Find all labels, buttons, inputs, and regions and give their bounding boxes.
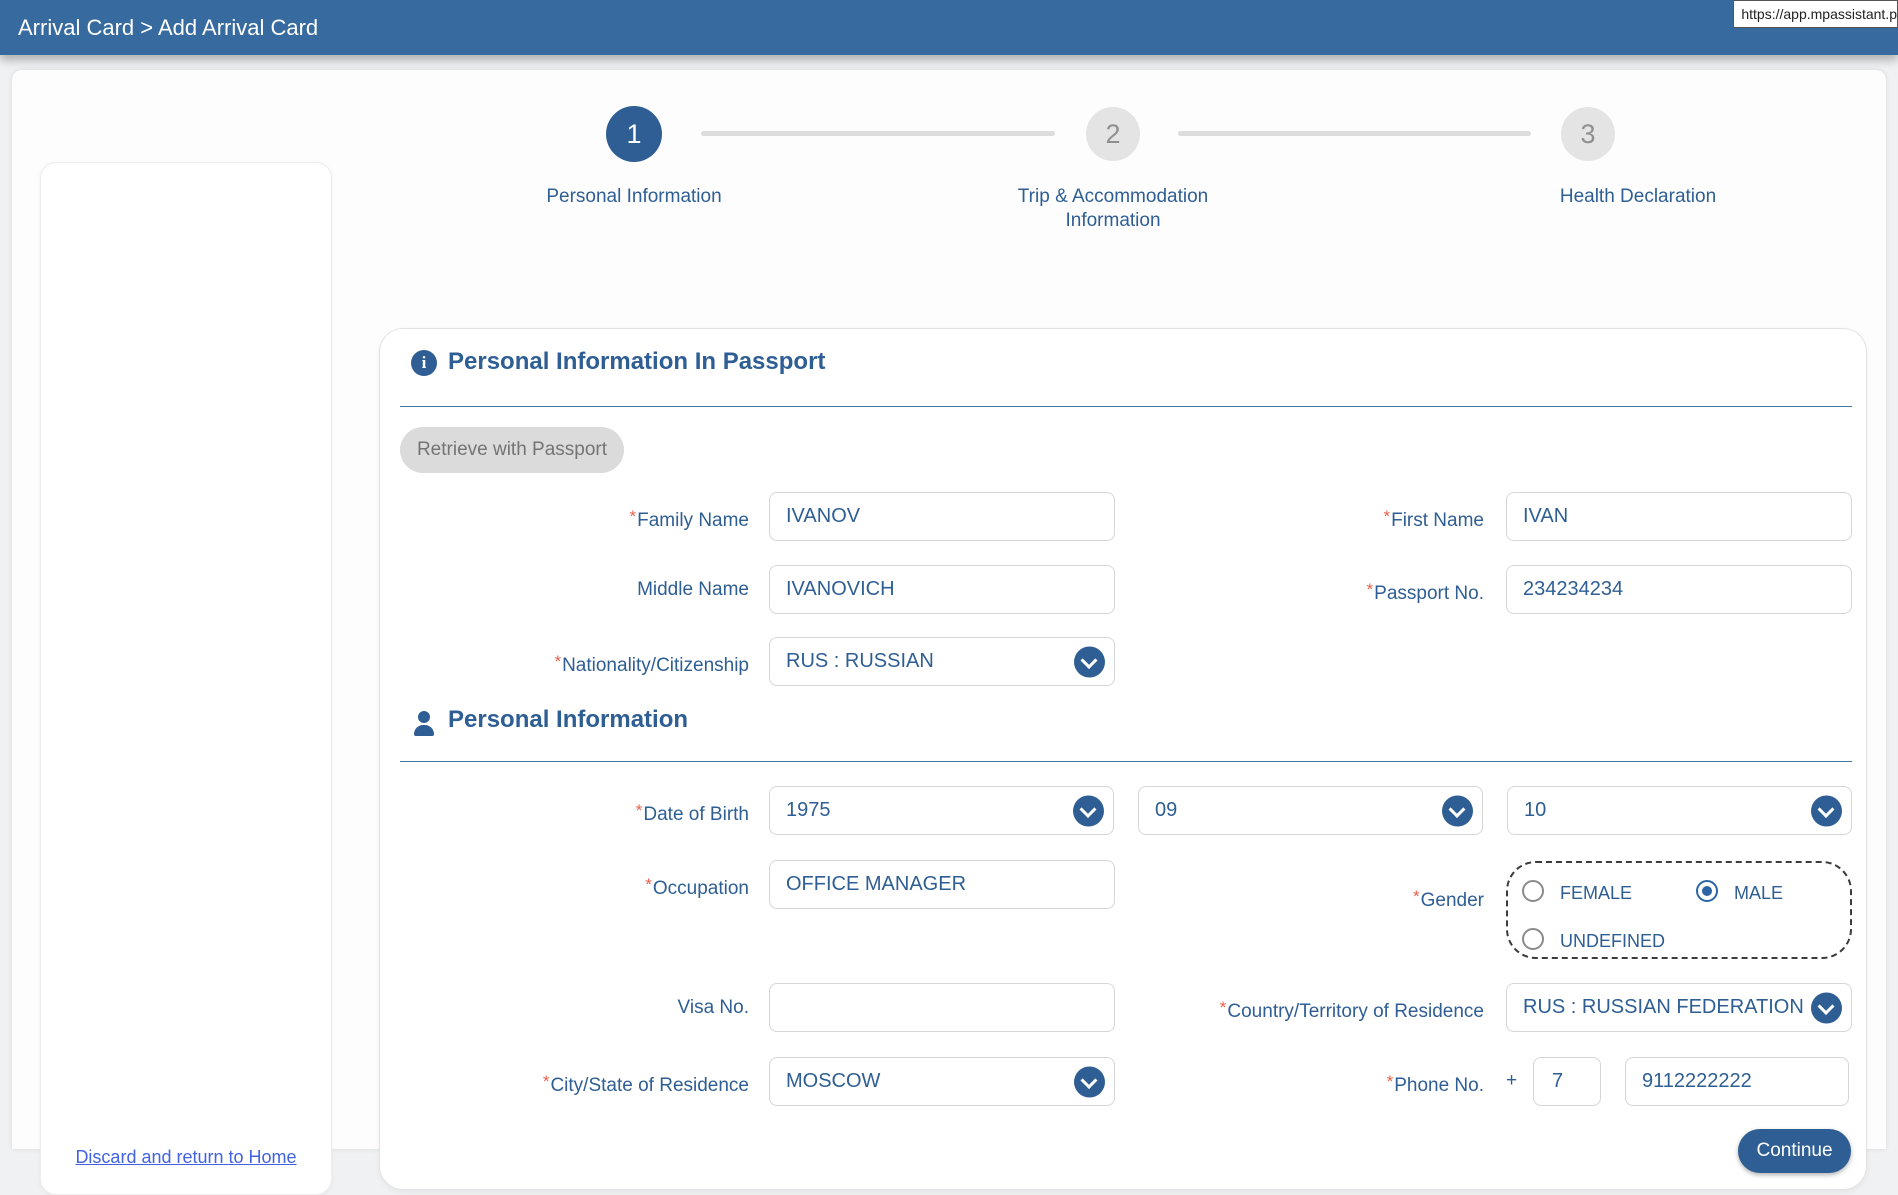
required-asterisk: * <box>1413 887 1420 906</box>
nationality-label: *Nationality/Citizenship <box>419 650 749 678</box>
country-residence-select[interactable]: RUS : RUSSIAN FEDERATION <box>1506 983 1852 1032</box>
dob-day-value: 10 <box>1524 799 1546 822</box>
family-name-label: *Family Name <box>419 505 749 533</box>
chevron-down-icon <box>1074 646 1105 677</box>
breadcrumb: Arrival Card > Add Arrival Card <box>18 0 318 55</box>
required-asterisk: * <box>1367 580 1374 599</box>
sidebar-card: Discard and return to Home <box>40 162 332 1195</box>
required-asterisk: * <box>543 1072 550 1091</box>
phone-plus-sign: + <box>1506 1070 1517 1092</box>
passport-no-label: *Passport No. <box>1154 578 1484 606</box>
chevron-down-icon <box>1073 795 1104 826</box>
step-connector-1 <box>701 131 1055 136</box>
occupation-input[interactable] <box>769 860 1115 909</box>
content-panel: Discard and return to Home 1 2 3 Persona… <box>12 70 1886 1149</box>
country-residence-label: *Country/Territory of Residence <box>1104 996 1484 1024</box>
discard-return-home-link[interactable]: Discard and return to Home <box>71 1144 301 1170</box>
passport-section-title: Personal Information In Passport <box>448 348 825 376</box>
required-asterisk: * <box>645 875 652 894</box>
middle-name-input[interactable] <box>769 565 1115 614</box>
required-asterisk: * <box>554 652 561 671</box>
city-residence-select[interactable]: MOSCOW <box>769 1057 1115 1106</box>
person-icon <box>411 710 437 736</box>
required-asterisk: * <box>1383 507 1390 526</box>
visa-no-label: Visa No. <box>419 996 749 1020</box>
dob-year-value: 1975 <box>786 799 831 822</box>
family-name-input[interactable] <box>769 492 1115 541</box>
step-2-label: Trip & Accommodation Information <box>1013 185 1213 233</box>
required-asterisk: * <box>629 507 636 526</box>
dob-year-select[interactable]: 1975 <box>769 786 1114 835</box>
phone-country-code-input[interactable] <box>1533 1057 1601 1106</box>
gender-option-female-label[interactable]: FEMALE <box>1560 883 1632 904</box>
step-1-circle: 1 <box>606 106 662 162</box>
section-divider <box>400 406 1852 407</box>
step-3-label: Health Declaration <box>1488 185 1788 209</box>
country-residence-value: RUS : RUSSIAN FEDERATION <box>1523 996 1804 1019</box>
phone-no-label: *Phone No. <box>1154 1070 1484 1098</box>
chevron-down-icon <box>1074 1066 1105 1097</box>
date-of-birth-label: *Date of Birth <box>419 799 749 827</box>
continue-button[interactable]: Continue <box>1738 1129 1851 1173</box>
step-connector-2 <box>1178 131 1531 136</box>
arrival-card-form: i Personal Information In Passport Retri… <box>379 328 1867 1190</box>
middle-name-label: Middle Name <box>419 578 749 602</box>
step-3-circle: 3 <box>1561 107 1615 161</box>
chevron-down-icon <box>1811 992 1842 1023</box>
info-icon: i <box>411 350 437 376</box>
nationality-value: RUS : RUSSIAN <box>786 650 934 673</box>
chevron-down-icon <box>1442 795 1473 826</box>
gender-label: *Gender <box>1154 885 1484 913</box>
retrieve-with-passport-button[interactable]: Retrieve with Passport <box>400 427 624 473</box>
gender-option-male-label[interactable]: MALE <box>1734 883 1783 904</box>
city-residence-label: *City/State of Residence <box>419 1070 749 1098</box>
url-status-tooltip: https://app.mpassistant.p <box>1733 0 1898 28</box>
first-name-input[interactable] <box>1506 492 1852 541</box>
top-header-bar: Arrival Card > Add Arrival Card <box>0 0 1898 55</box>
first-name-label: *First Name <box>1154 505 1484 533</box>
required-asterisk: * <box>636 801 643 820</box>
nationality-select[interactable]: RUS : RUSSIAN <box>769 637 1115 686</box>
visa-no-input[interactable] <box>769 983 1115 1032</box>
required-asterisk: * <box>1220 998 1227 1017</box>
dob-month-select[interactable]: 09 <box>1138 786 1483 835</box>
gender-radio-female[interactable] <box>1522 880 1544 902</box>
phone-number-input[interactable] <box>1625 1057 1849 1106</box>
section-divider <box>400 761 1852 762</box>
passport-no-input[interactable] <box>1506 565 1852 614</box>
chevron-down-icon <box>1811 795 1842 826</box>
gender-radio-group: FEMALE MALE UNDEFINED <box>1506 861 1852 959</box>
dob-day-select[interactable]: 10 <box>1507 786 1852 835</box>
city-residence-value: MOSCOW <box>786 1070 880 1093</box>
gender-radio-male[interactable] <box>1696 880 1718 902</box>
occupation-label: *Occupation <box>419 873 749 901</box>
required-asterisk: * <box>1387 1072 1394 1091</box>
gender-option-undefined-label[interactable]: UNDEFINED <box>1560 931 1665 952</box>
step-2-circle: 2 <box>1086 107 1140 161</box>
dob-month-value: 09 <box>1155 799 1177 822</box>
step-1-label: Personal Information <box>484 185 784 209</box>
personal-section-title: Personal Information <box>448 706 688 734</box>
gender-radio-undefined[interactable] <box>1522 928 1544 950</box>
